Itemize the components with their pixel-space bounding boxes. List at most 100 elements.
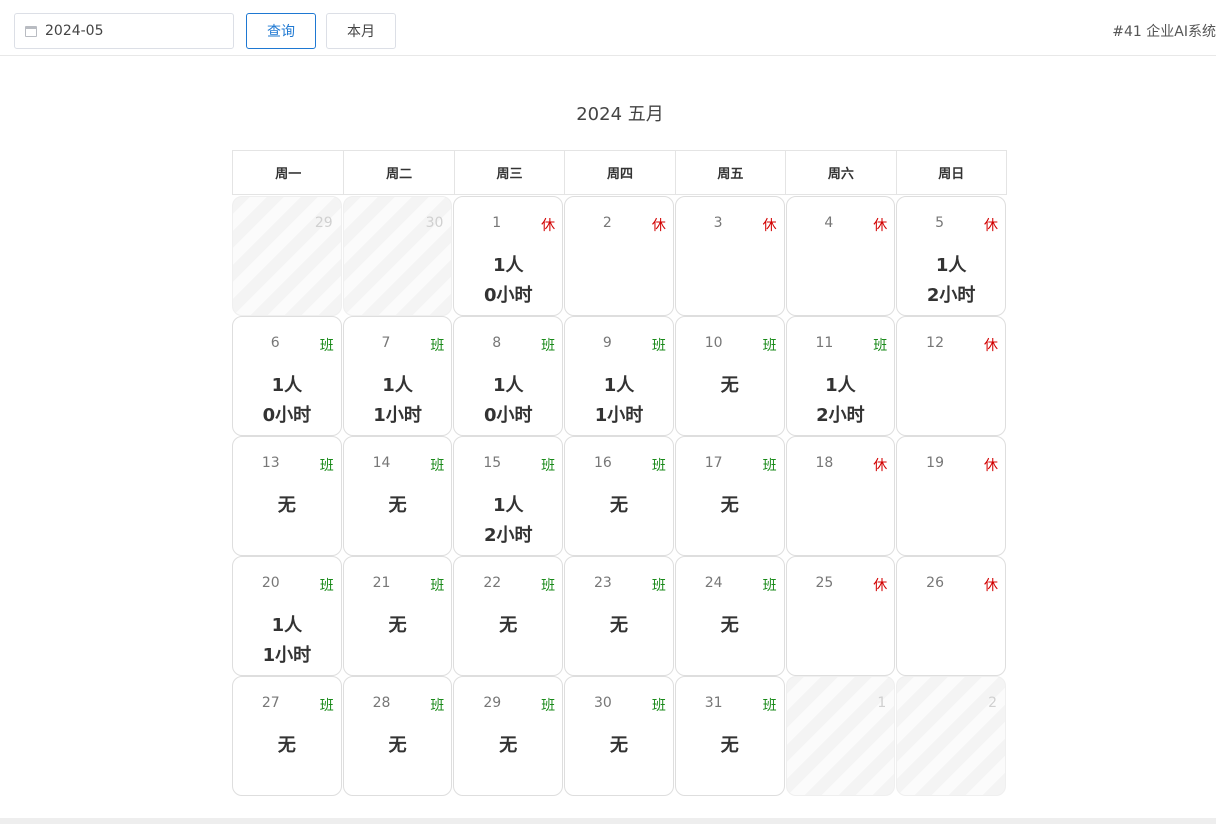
calendar-day[interactable]: 19 休 — [896, 436, 1006, 556]
calendar-day[interactable]: 25 休 — [785, 556, 896, 676]
hours-total: 2小时 — [816, 405, 865, 426]
calendar-day[interactable]: 22 班无 — [453, 556, 564, 676]
day-number: 7 — [381, 335, 391, 351]
people-count: 无 — [609, 615, 628, 636]
people-count: 1人 — [271, 615, 303, 636]
work-day-badge: 班 — [651, 458, 666, 474]
work-day-badge: 班 — [873, 338, 888, 354]
work-day-badge: 班 — [430, 578, 445, 594]
calendar-day[interactable]: 31 班无 — [674, 676, 785, 796]
hours-total: 1小时 — [262, 645, 312, 666]
month-title: 2024 五月 — [576, 104, 664, 125]
calendar-day-outside[interactable]: 30 — [342, 196, 453, 316]
weekday-label: 周日 — [895, 151, 1006, 194]
day-number: 30 — [425, 215, 444, 231]
work-day-badge: 班 — [430, 458, 445, 474]
calendar-day[interactable]: 17 班无 — [674, 436, 785, 556]
rest-day-badge: 休 — [541, 218, 556, 234]
day-summary: 1人 2小时 — [897, 251, 1005, 311]
weekday-label: 周一 — [275, 167, 302, 182]
calendar-day[interactable]: 15 班 1人 2小时 — [453, 436, 564, 556]
query-button[interactable]: 查询 — [246, 13, 316, 49]
system-tag: #41 企业AI系统 — [1112, 24, 1216, 40]
day-number: 1 — [492, 215, 502, 231]
weekday-label: 周二 — [343, 151, 453, 194]
calendar-day[interactable]: 26 休 — [896, 556, 1006, 676]
weekday-label: 周四 — [564, 151, 674, 194]
day-summary: 1人 0小时 — [454, 251, 562, 311]
day-summary: 无 — [344, 611, 452, 641]
day-number: 16 — [594, 455, 612, 471]
people-count: 无 — [720, 495, 739, 516]
calendar-day[interactable]: 24 班无 — [674, 556, 785, 676]
calendar-day-outside[interactable]: 2 — [896, 676, 1006, 796]
day-number: 31 — [704, 695, 723, 711]
work-day-badge: 班 — [430, 338, 445, 354]
calendar-day[interactable]: 6 班 1人 0小时 — [232, 316, 342, 436]
day-number: 13 — [261, 455, 280, 471]
calendar-day-outside[interactable]: 29 — [232, 196, 342, 316]
month-input[interactable] — [45, 23, 215, 39]
day-summary: 1人 0小时 — [454, 371, 562, 431]
calendar-day[interactable]: 10 班无 — [674, 316, 785, 436]
calendar-day-outside[interactable]: 1 — [785, 676, 896, 796]
month-picker[interactable] — [14, 13, 234, 49]
calendar-day[interactable]: 28 班无 — [342, 676, 453, 796]
work-day-badge: 班 — [541, 458, 556, 474]
calendar-day[interactable]: 18 休 — [785, 436, 896, 556]
people-count: 1人 — [493, 375, 524, 396]
day-summary: 无 — [565, 731, 673, 761]
calendar-day[interactable]: 8 班 1人 0小时 — [453, 316, 564, 436]
day-number: 30 — [594, 695, 612, 711]
calendar-day[interactable]: 14 班无 — [342, 436, 453, 556]
calendar-day[interactable]: 12 休 — [896, 316, 1006, 436]
calendar-day[interactable]: 4休 — [785, 196, 896, 316]
rest-day-badge: 休 — [651, 218, 666, 234]
bottom-scrollbar[interactable] — [0, 818, 1216, 824]
calendar-day[interactable]: 29 班无 — [453, 676, 564, 796]
work-day-badge: 班 — [541, 578, 556, 594]
day-number: 6 — [270, 335, 280, 351]
calendar-day[interactable]: 2休 — [564, 196, 674, 316]
calendar-day[interactable]: 21 班无 — [342, 556, 453, 676]
people-count: 1人 — [603, 375, 635, 396]
hours-total: 0小时 — [262, 405, 312, 426]
people-count: 无 — [388, 495, 407, 516]
day-number: 8 — [492, 335, 502, 351]
hours-total: 2小时 — [484, 525, 533, 546]
people-count: 无 — [277, 495, 296, 516]
day-number: 4 — [824, 215, 834, 231]
day-number: 23 — [594, 575, 612, 591]
people-count: 无 — [609, 495, 628, 516]
day-summary: 1人 0小时 — [233, 371, 341, 431]
day-summary: 无 — [233, 731, 341, 761]
toolbar: 查询 本月 #41 企业AI系统 — [0, 0, 1216, 56]
calendar-day[interactable]: 27 班无 — [232, 676, 342, 796]
day-number: 29 — [483, 695, 502, 711]
rest-day-badge: 休 — [873, 218, 888, 234]
day-summary: 1人 2小时 — [787, 371, 895, 431]
calendar-day[interactable]: 5 休 1人 2小时 — [896, 196, 1006, 316]
calendar-day[interactable]: 1 休 1人 0小时 — [453, 196, 564, 316]
day-summary: 1人 1小时 — [344, 371, 452, 431]
calendar-day[interactable]: 9 班 1人 1小时 — [564, 316, 674, 436]
calendar-day[interactable]: 23 班无 — [564, 556, 674, 676]
work-day-badge: 班 — [541, 698, 556, 714]
calendar-day[interactable]: 30 班无 — [564, 676, 674, 796]
people-count: 无 — [499, 615, 518, 636]
people-count: 无 — [388, 735, 407, 756]
calendar-day[interactable]: 3休 — [674, 196, 785, 316]
day-summary: 无 — [676, 611, 784, 641]
calendar-day[interactable]: 16 班无 — [564, 436, 674, 556]
work-day-badge: 班 — [430, 698, 445, 714]
work-day-badge: 班 — [762, 338, 777, 354]
day-number: 15 — [483, 455, 502, 471]
calendar-day[interactable]: 11 班 1人 2小时 — [785, 316, 896, 436]
day-summary: 1人 1小时 — [233, 611, 341, 671]
calendar-day[interactable]: 20 班 1人 1小时 — [232, 556, 342, 676]
calendar-day[interactable]: 7 班 1人 1小时 — [342, 316, 453, 436]
day-summary: 无 — [454, 611, 562, 641]
calendar-day[interactable]: 13 班无 — [232, 436, 342, 556]
this-month-button[interactable]: 本月 — [326, 13, 396, 49]
work-day-badge: 班 — [319, 578, 334, 594]
